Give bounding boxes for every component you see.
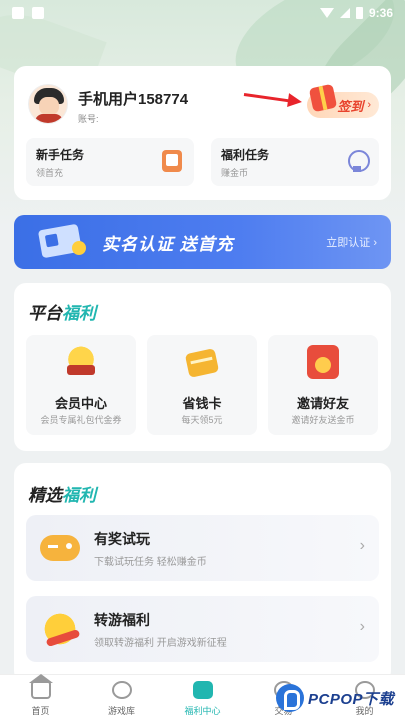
chevron-right-icon: › (359, 537, 365, 554)
watermark-text: PCPOP下载 (308, 690, 395, 708)
welfare-subtitle: 邀请好友送金币 (291, 415, 355, 425)
chevron-right-icon: › (367, 99, 371, 111)
chevron-right-icon: › (359, 618, 365, 635)
battery-icon (355, 7, 363, 19)
welfare-item-savings-card[interactable]: 省钱卡 每天领5元 (147, 335, 257, 435)
welfare-title: 省钱卡 (182, 396, 222, 411)
notification-icon (12, 7, 24, 19)
pcpop-logo-icon (276, 684, 304, 712)
welfare-title: 会员中心 (54, 396, 107, 411)
status-time: 9:36 (368, 6, 393, 20)
nav-label: 游戏库 (107, 706, 135, 716)
badge-icon (347, 150, 370, 172)
games-icon (111, 681, 132, 699)
list-item-title: 有奖试玩 (94, 531, 150, 547)
welfare-subtitle: 会员专属礼包代金券 (40, 415, 122, 425)
avatar[interactable] (28, 84, 68, 124)
banner-cta[interactable]: 立即认证 › (326, 234, 377, 250)
task-subtitle: 赚金币 (221, 168, 249, 178)
realname-banner[interactable]: 实名认证 送首充 立即认证 › (14, 215, 391, 269)
welfare-title: 邀请好友 (296, 396, 349, 411)
list-item-trial[interactable]: 有奖试玩 下载试玩任务 轻松赚金币 › (26, 515, 379, 581)
task-title: 福利任务 (221, 148, 270, 162)
task-tile-welfare[interactable]: 福利任务 赚金币 (211, 138, 379, 186)
signal-icon (339, 8, 350, 18)
wifi-icon (319, 8, 334, 18)
annotation-arrow-head (287, 93, 303, 109)
vip-crown-icon (63, 345, 99, 381)
list-item-title: 转游福利 (94, 612, 150, 628)
section-title: 精选福利 (28, 486, 96, 505)
selected-welfare-card: 精选福利 有奖试玩 下载试玩任务 轻松赚金币 › 转游福利 领取转游福利 开启游… (14, 463, 391, 683)
coin-icon (72, 241, 86, 255)
signin-button[interactable]: 签到 › (307, 83, 379, 118)
section-title: 平台福利 (28, 304, 96, 323)
watermark: PCPOP下载 (276, 682, 394, 714)
welfare-item-invite[interactable]: 邀请好友 邀请好友送金币 (268, 335, 378, 435)
nav-item-games[interactable]: 游戏库 (81, 675, 162, 720)
nav-item-home[interactable]: 首页 (0, 674, 81, 720)
gamepad-icon (40, 535, 80, 561)
transfer-coin-icon (40, 610, 80, 648)
banner-title: 实名认证 送首充 (102, 235, 234, 254)
task-title: 新手任务 (36, 148, 85, 162)
platform-welfare-card: 平台福利 会员中心 会员专属礼包代金券 省钱卡 每天领5元 邀请好友 邀请好友送… (14, 283, 391, 451)
money-card-icon (184, 348, 220, 378)
list-item-transfer[interactable]: 转游福利 领取转游福利 开启游戏新征程 › (26, 596, 379, 662)
notification-icon (32, 7, 44, 19)
gift-icon (308, 83, 338, 113)
profile-card: 手机用户158774 账号: 签到 › 新手任务 领首充 福利任务 赚金币 (14, 66, 391, 200)
status-bar: 9:36 (0, 0, 405, 26)
task-subtitle: 领首充 (36, 168, 64, 178)
account-label: 账号: (78, 114, 99, 124)
red-envelope-icon (307, 345, 339, 379)
nav-label: 首页 (31, 706, 50, 716)
phone-task-icon (162, 150, 182, 172)
user-name: 手机用户158774 (78, 91, 189, 108)
home-icon (28, 674, 53, 699)
welfare-item-vip[interactable]: 会员中心 会员专属礼包代金券 (26, 335, 136, 435)
signin-label: 签到 (337, 98, 364, 114)
list-item-subtitle: 领取转游福利 开启游戏新征程 (94, 638, 227, 649)
nav-label: 福利中心 (184, 706, 221, 716)
nav-item-welfare[interactable]: 福利中心 (162, 675, 243, 720)
welfare-subtitle: 每天领5元 (181, 415, 223, 425)
task-tile-newbie[interactable]: 新手任务 领首充 (26, 138, 194, 186)
list-item-subtitle: 下载试玩任务 轻松赚金币 (94, 557, 207, 568)
gift-icon (192, 681, 213, 699)
